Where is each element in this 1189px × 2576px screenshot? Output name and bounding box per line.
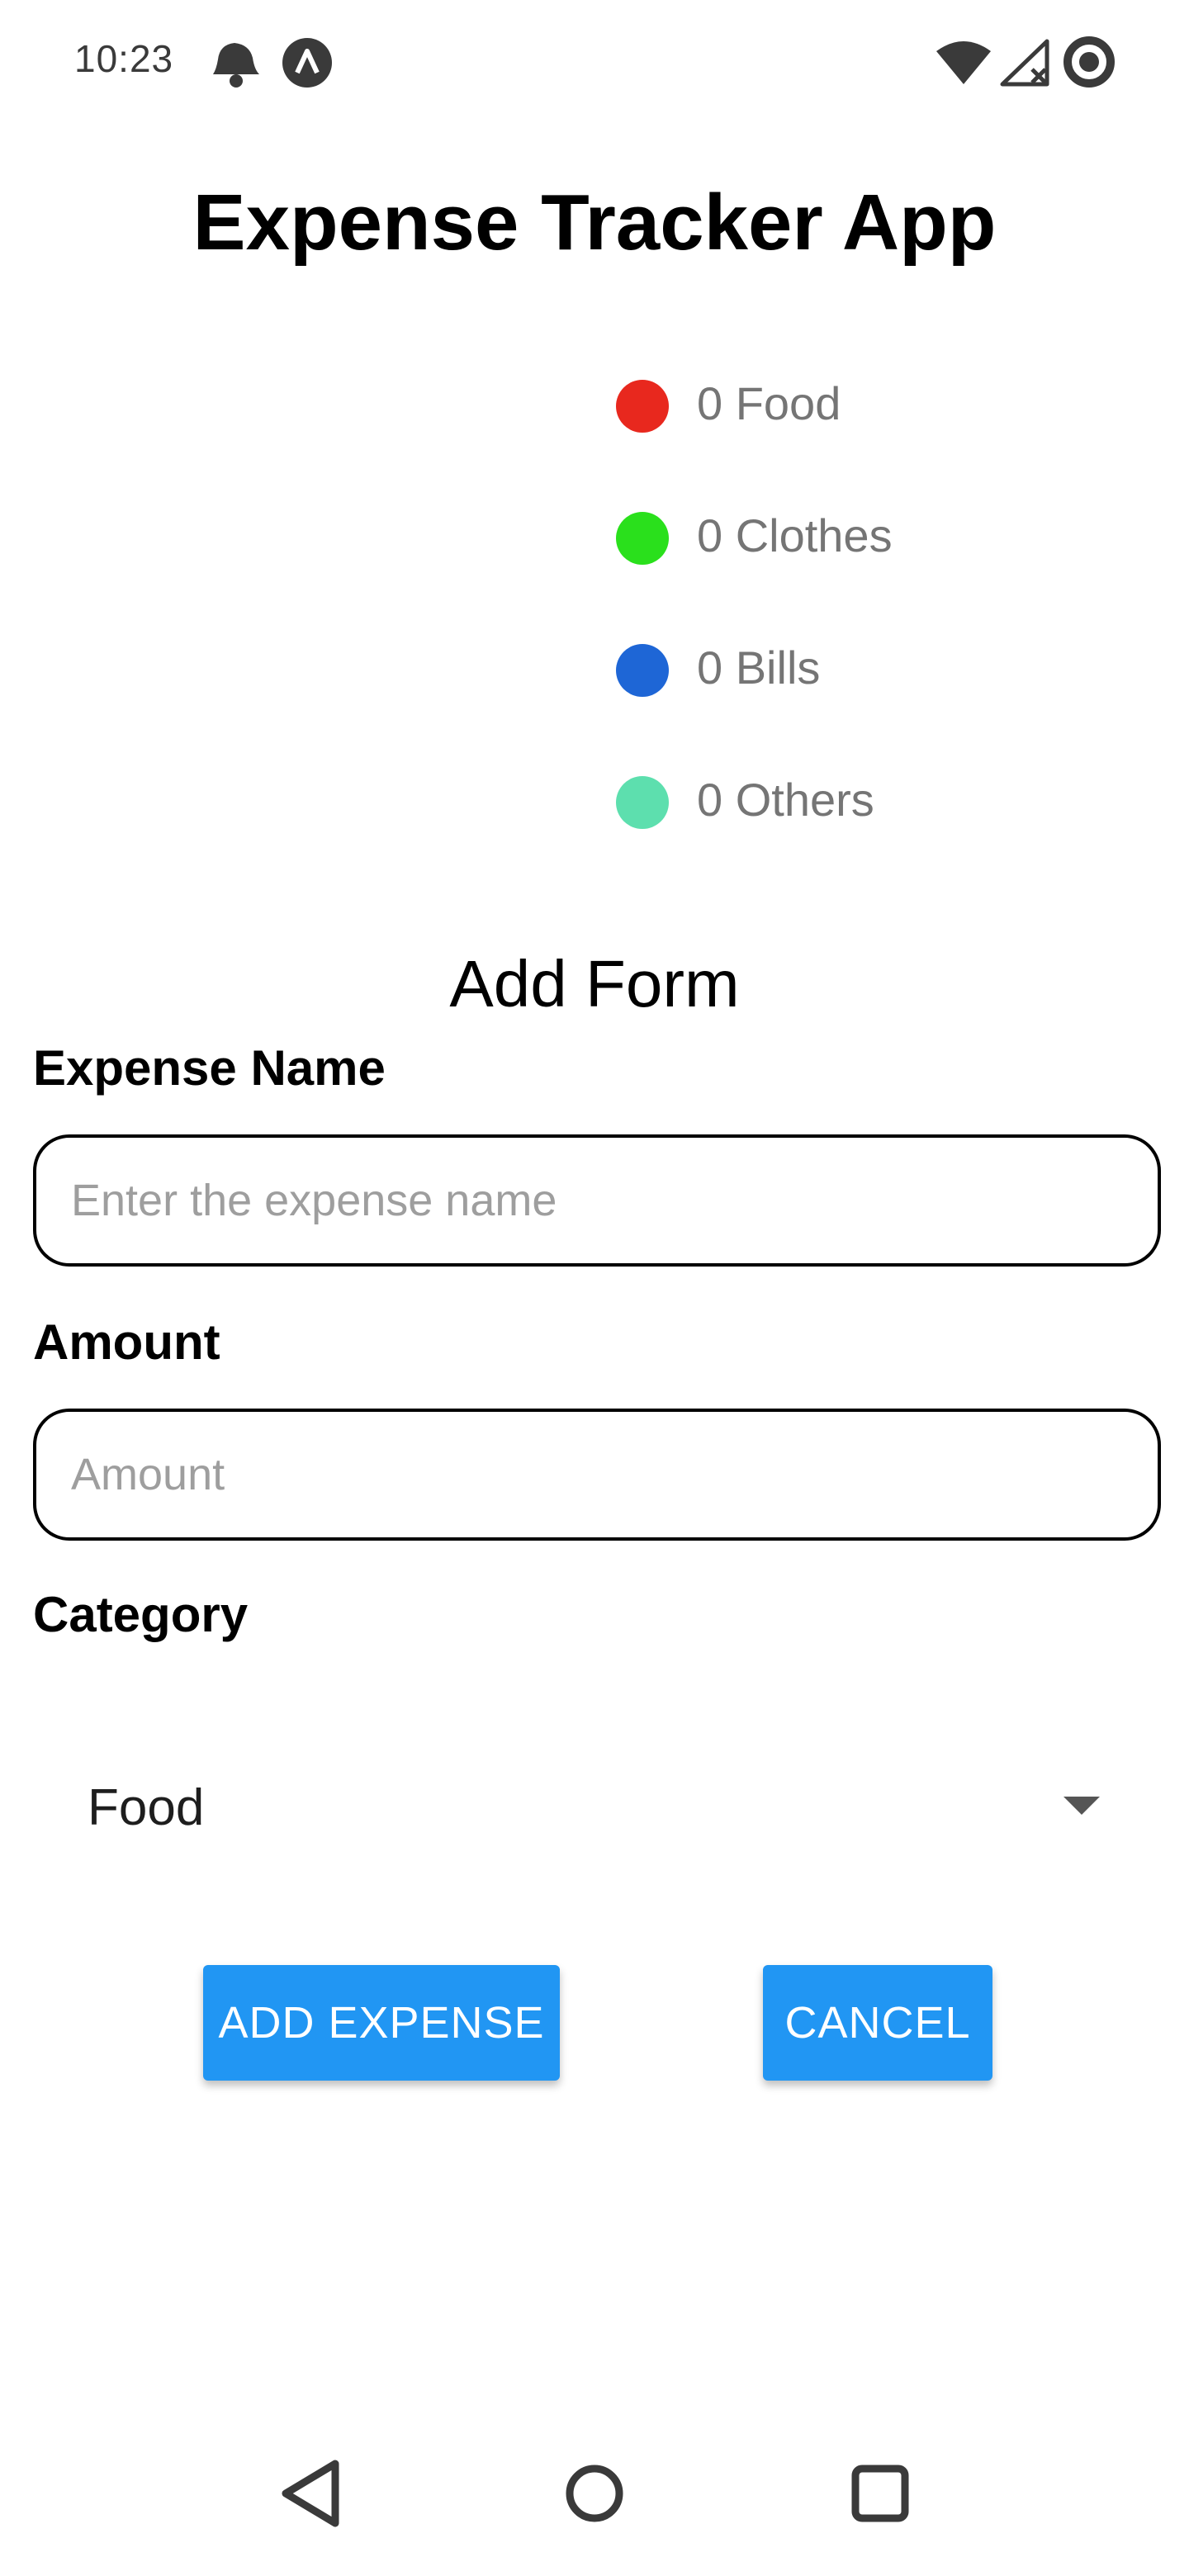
legend-dot-food bbox=[616, 380, 669, 433]
category-dropdown[interactable]: Food bbox=[33, 1750, 1161, 1866]
legend-label-clothes: 0 Clothes bbox=[697, 509, 893, 561]
legend-dot-clothes bbox=[616, 512, 669, 565]
recents-icon[interactable] bbox=[831, 2444, 930, 2543]
cell-signal-icon bbox=[1000, 39, 1049, 87]
system-nav-bar bbox=[0, 2444, 1189, 2576]
legend-dot-bills bbox=[616, 644, 669, 697]
expense-name-label: Expense Name bbox=[33, 1040, 386, 1096]
status-time: 10:23 bbox=[74, 37, 174, 80]
legend-dot-others bbox=[616, 776, 669, 829]
wifi-icon bbox=[936, 41, 991, 84]
legend-label-food: 0 Food bbox=[697, 377, 841, 429]
legend-label-others: 0 Others bbox=[697, 774, 874, 826]
add-expense-button[interactable]: ADD EXPENSE bbox=[203, 1965, 560, 2081]
back-icon[interactable] bbox=[261, 2444, 360, 2543]
amount-label: Amount bbox=[33, 1314, 220, 1370]
expense-name-input[interactable] bbox=[33, 1134, 1161, 1267]
category-selected-value: Food bbox=[88, 1779, 205, 1836]
dropdown-caret-icon bbox=[1063, 1797, 1100, 1815]
app-a-icon bbox=[282, 38, 332, 88]
sync-icon bbox=[1063, 36, 1115, 88]
legend-label-bills: 0 Bills bbox=[697, 642, 821, 694]
amount-input[interactable] bbox=[33, 1409, 1161, 1541]
cancel-button[interactable]: CANCEL bbox=[763, 1965, 992, 2081]
status-bar: 10:23 bbox=[0, 0, 1189, 124]
notification-bell-icon bbox=[213, 43, 259, 88]
form-title: Add Form bbox=[449, 947, 740, 1020]
category-label: Category bbox=[33, 1587, 249, 1642]
page-title: Expense Tracker App bbox=[192, 178, 997, 267]
home-icon[interactable] bbox=[545, 2444, 644, 2543]
